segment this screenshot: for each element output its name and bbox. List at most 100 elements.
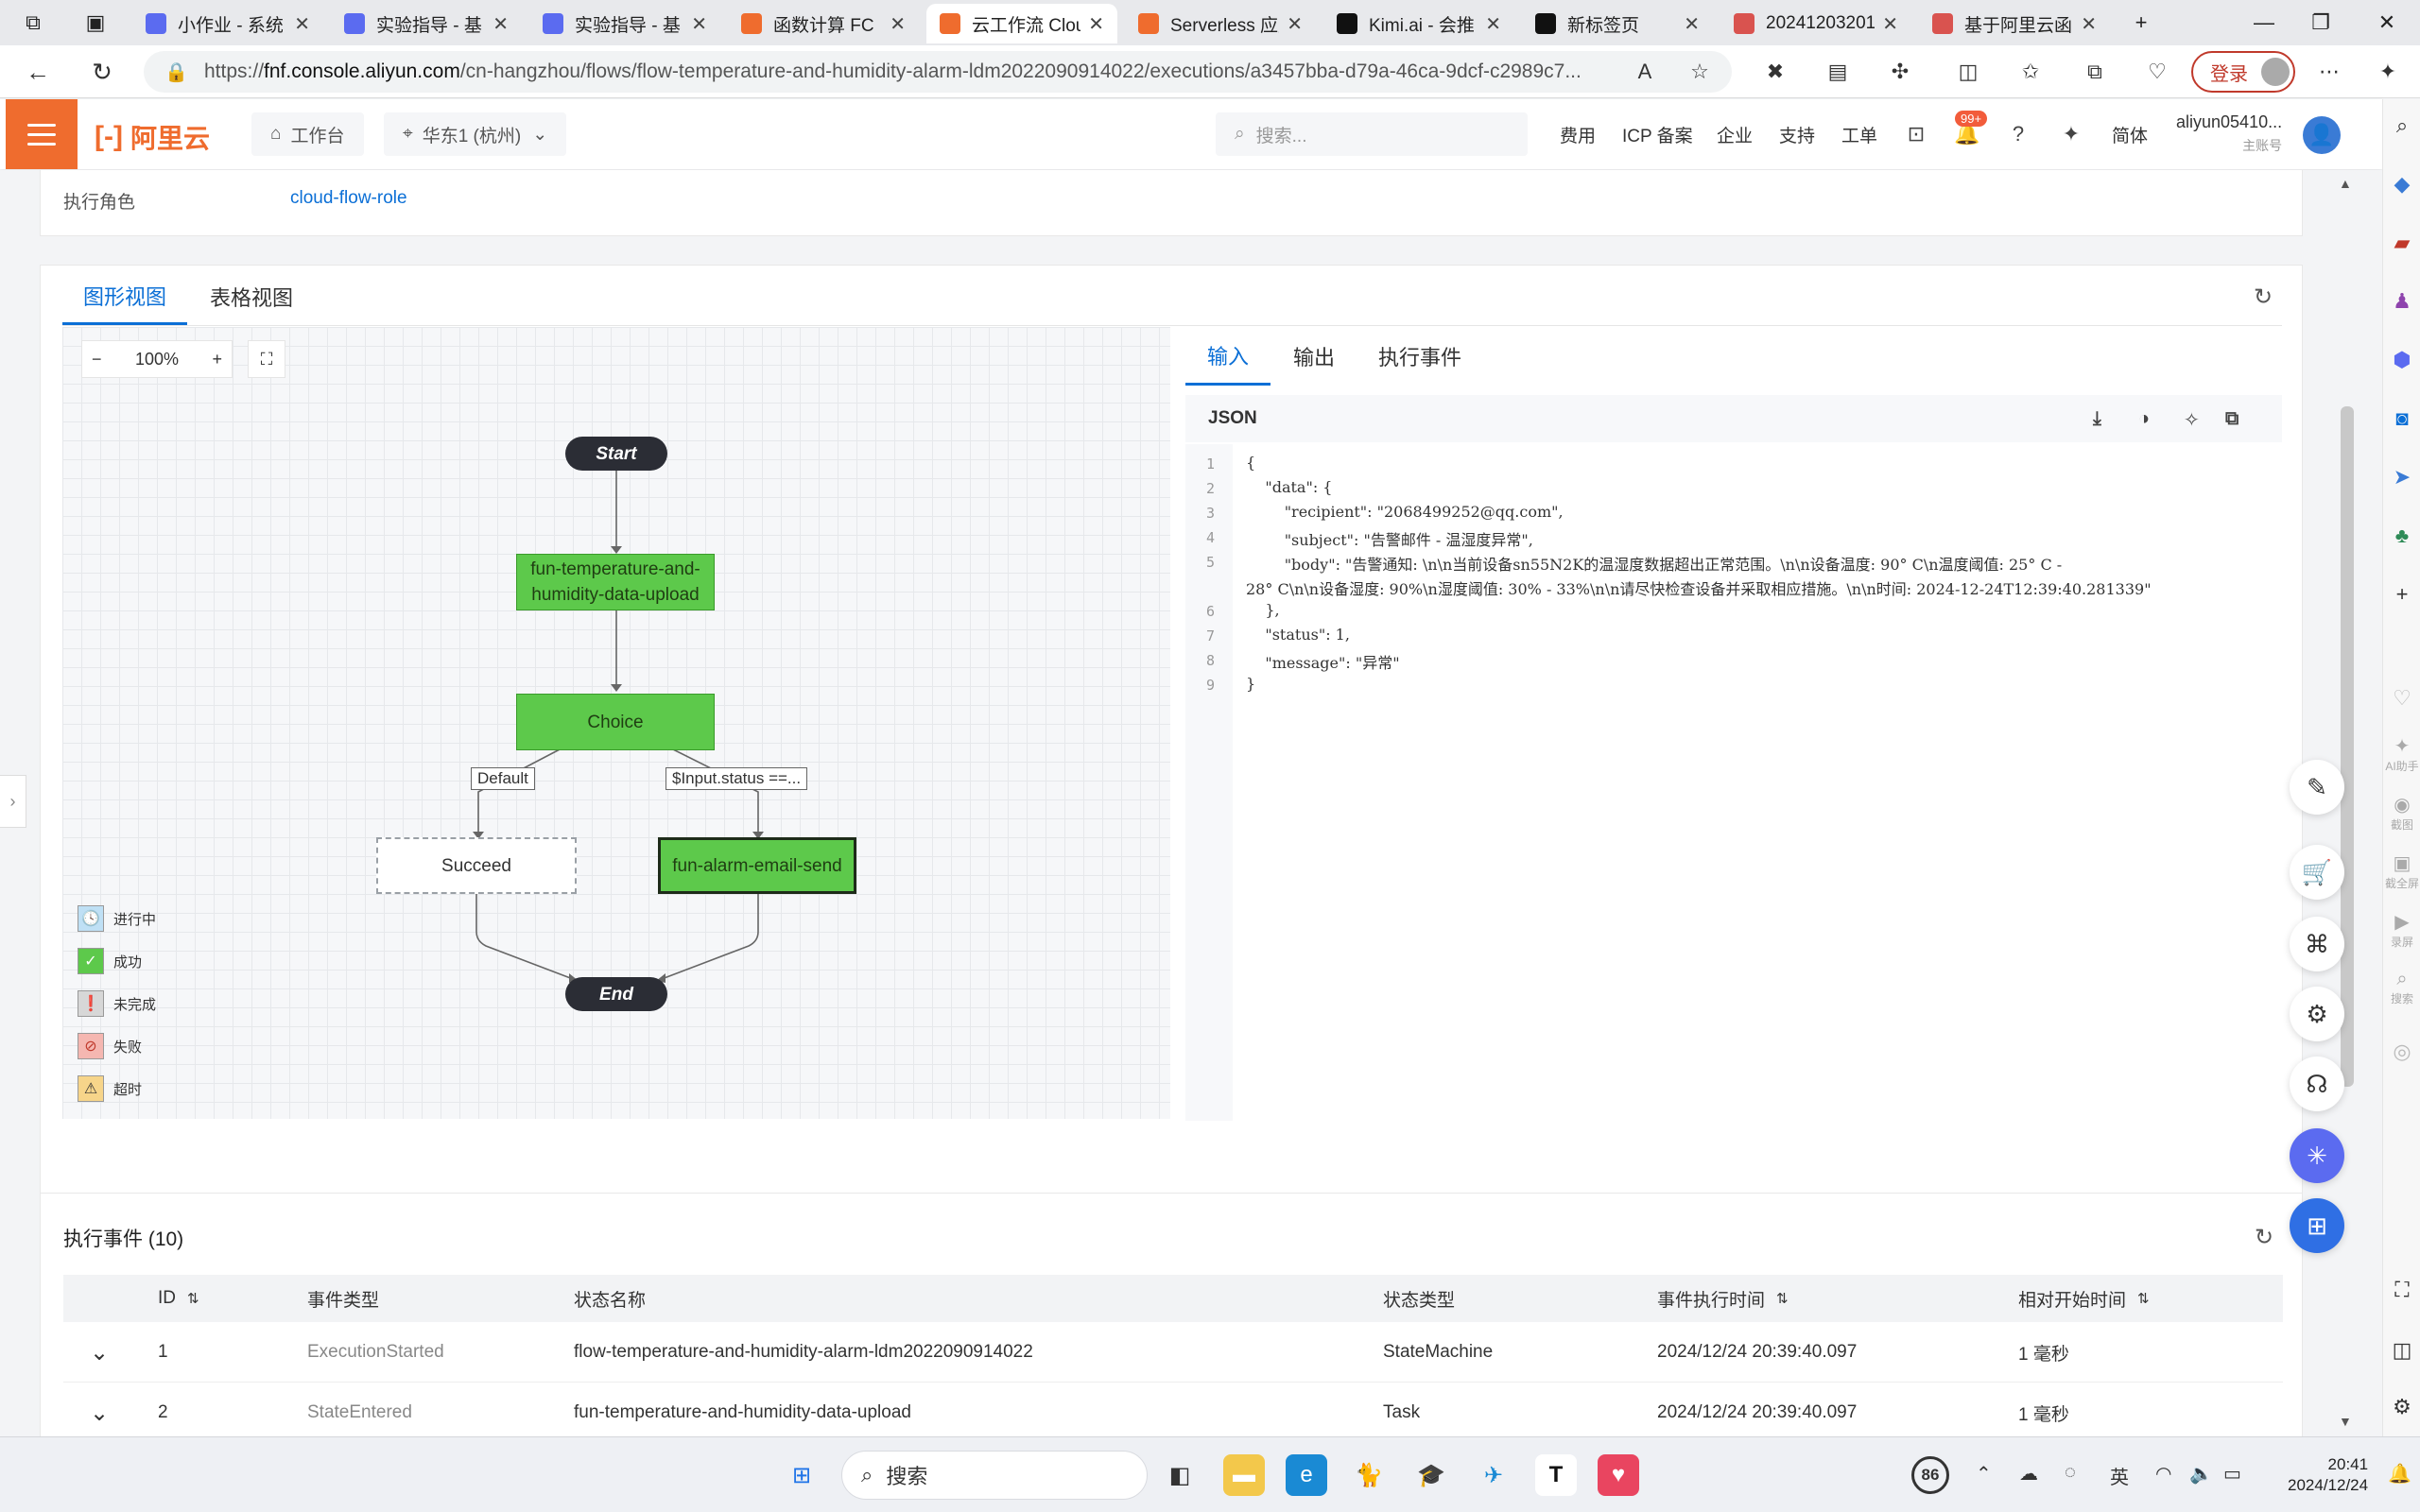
system-clock[interactable]: 20:41 2024/12/24: [2288, 1454, 2368, 1496]
role-link[interactable]: cloud-flow-role: [290, 188, 407, 209]
typora-icon[interactable]: T: [1535, 1454, 1577, 1496]
header-link-support[interactable]: 支持: [1779, 122, 1815, 147]
favorites-icon[interactable]: ✩: [2015, 57, 2046, 87]
volume-icon[interactable]: 🔈: [2189, 1462, 2213, 1486]
close-window-button[interactable]: ✕: [2354, 0, 2420, 45]
expand-left-panel-icon[interactable]: ›: [0, 775, 26, 828]
sort-icon[interactable]: ⇅: [1776, 1290, 1789, 1307]
browser-tab[interactable]: Kimi.ai - 会推 ✕: [1323, 4, 1514, 43]
heart-icon[interactable]: ♡: [2389, 685, 2415, 712]
api-doc-icon[interactable]: ⌘: [2290, 917, 2344, 971]
target-icon[interactable]: ◎: [2389, 1039, 2415, 1065]
tag-icon[interactable]: ◆: [2389, 171, 2415, 198]
tab-actions-icon[interactable]: ▣: [62, 0, 129, 45]
sidebar-toggle-icon[interactable]: ◫: [2389, 1337, 2415, 1364]
browser-tab[interactable]: 实验指导 - 基 ✕: [529, 4, 720, 43]
browser-tab[interactable]: 云工作流 Clou ✕: [926, 4, 1117, 43]
browser-tab[interactable]: 函数计算 FC ✕: [728, 4, 919, 43]
back-icon[interactable]: ←: [19, 53, 57, 91]
browser-tab[interactable]: Serverless 应用 ✕: [1125, 4, 1316, 43]
red-app-icon[interactable]: ♥: [1598, 1454, 1639, 1496]
tab-execution-events[interactable]: 执行事件: [1378, 327, 1461, 386]
favorite-star-icon[interactable]: ☆: [1685, 57, 1715, 87]
search-tool[interactable]: ⌕ 搜索: [2383, 969, 2420, 1006]
games-icon[interactable]: ♟: [2389, 288, 2415, 315]
refresh-icon[interactable]: ↻: [2254, 284, 2273, 311]
events-refresh-icon[interactable]: ↻: [2255, 1224, 2273, 1251]
read-aloud-icon[interactable]: A: [1630, 57, 1660, 87]
url-input[interactable]: 🔒 https://fnf.console.aliyun.com/cn-hang…: [144, 51, 1732, 93]
copy-icon[interactable]: ⧉: [2225, 408, 2238, 430]
cat-app-icon[interactable]: 🐈: [1348, 1454, 1390, 1496]
more-menu-icon[interactable]: ⋯: [2314, 57, 2344, 87]
terminal-icon[interactable]: ⊡: [1902, 120, 1930, 148]
send-icon[interactable]: ➤: [2389, 464, 2415, 490]
ai-helper[interactable]: ✦ AI助手: [2383, 734, 2420, 774]
cart-icon[interactable]: 🛒: [2290, 845, 2344, 900]
scroll-up-arrow[interactable]: ▲: [2339, 176, 2352, 191]
menu-hamburger-icon[interactable]: [6, 99, 78, 169]
new-tab-button[interactable]: +: [2108, 0, 2174, 45]
aliyun-logo[interactable]: [-] 阿里云: [95, 118, 210, 156]
graduation-app-icon[interactable]: 🎓: [1410, 1454, 1452, 1496]
tab-close-icon[interactable]: ✕: [493, 12, 509, 36]
workbench-button[interactable]: ⌂ 工作台: [251, 112, 364, 156]
task-view-icon[interactable]: ◧: [1159, 1454, 1201, 1496]
theme-toggle-icon[interactable]: ◑: [2138, 408, 2150, 430]
browser-tab[interactable]: 新标签页 ✕: [1522, 4, 1713, 43]
language-switch[interactable]: 简体: [2112, 122, 2148, 147]
flow-graph-canvas[interactable]: − 100% + ⛶ Start fun-temperature-and-hum…: [62, 327, 1170, 1119]
account-info[interactable]: aliyun05410... 主账号: [2176, 112, 2282, 155]
node-start[interactable]: Start: [565, 437, 667, 471]
browser-tab[interactable]: 实验指导 - 基 ✕: [331, 4, 522, 43]
ime-indicator[interactable]: 英: [2110, 1462, 2129, 1489]
tab-close-icon[interactable]: ✕: [691, 12, 707, 36]
ai-assistant-icon[interactable]: ✳: [2290, 1128, 2344, 1183]
notification-bell-icon[interactable]: 🔔: [2388, 1462, 2411, 1486]
node-succeed[interactable]: Succeed: [376, 837, 577, 894]
tab-close-icon[interactable]: ✕: [890, 12, 906, 36]
tab-close-icon[interactable]: ✕: [294, 12, 310, 36]
wechat-icon[interactable]: ◌: [2065, 1462, 2076, 1484]
cloud-sync-icon[interactable]: ☁: [2019, 1462, 2038, 1486]
record-tool[interactable]: ▶ 录屏: [2383, 910, 2420, 950]
customer-service-icon[interactable]: ☊: [2290, 1057, 2344, 1111]
region-selector[interactable]: ⌖ 华东1 (杭州) ⌄: [384, 112, 567, 156]
tab-close-icon[interactable]: ✕: [1882, 12, 1898, 36]
heartbeat-icon[interactable]: ♡: [2142, 57, 2172, 87]
tab-graph-view[interactable]: 图形视图: [62, 268, 187, 325]
header-link-ticket[interactable]: 工单: [1841, 122, 1877, 147]
row-expand-chevron-icon[interactable]: ⌄: [90, 1322, 109, 1383]
reload-icon[interactable]: ↻: [83, 53, 121, 91]
taskbar-search[interactable]: ⌕ 搜索: [841, 1451, 1148, 1500]
file-explorer-icon[interactable]: ▬: [1223, 1454, 1265, 1496]
wifi-icon[interactable]: ◠: [2155, 1462, 2171, 1486]
tree-icon[interactable]: ♣: [2389, 523, 2415, 549]
sort-icon[interactable]: ⇅: [2137, 1290, 2150, 1307]
edit-pen-icon[interactable]: ✎: [2290, 760, 2344, 815]
add-icon[interactable]: +: [2389, 581, 2415, 608]
tab-close-icon[interactable]: ✕: [1684, 12, 1700, 36]
collections-icon[interactable]: ▤: [1823, 57, 1853, 87]
download-icon[interactable]: ⤓: [2093, 408, 2101, 430]
tab-close-icon[interactable]: ✕: [1088, 12, 1104, 36]
tab-output[interactable]: 输出: [1293, 327, 1335, 386]
fullscreen-capture-tool[interactable]: ▣ 截全屏: [2383, 851, 2420, 891]
browser-tab[interactable]: 基于阿里云函 ✕: [1919, 4, 2110, 43]
restore-button[interactable]: ❐: [2288, 0, 2354, 45]
weather-badge[interactable]: 86: [1911, 1456, 1949, 1494]
search-sidebar-icon[interactable]: ⌕: [2389, 112, 2415, 139]
node-alarm-email-send[interactable]: fun-alarm-email-send: [658, 837, 856, 894]
table-row[interactable]: ⌄ 1 ExecutionStarted flow-temperature-and-h…: [63, 1322, 2283, 1383]
header-link-icp[interactable]: ICP 备案: [1622, 122, 1693, 147]
browser-tab[interactable]: 小作业 - 系统 ✕: [132, 4, 323, 43]
screen-capture-icon[interactable]: ⛶: [2389, 1277, 2415, 1303]
tab-close-icon[interactable]: ✕: [2081, 12, 2097, 36]
row-expand-chevron-icon[interactable]: ⌄: [90, 1383, 109, 1443]
node-choice[interactable]: Choice: [516, 694, 715, 750]
json-editor[interactable]: 1 2 3 4 5 6 7 8 9 { "data": { "recipient": "2068…: [1185, 444, 2193, 1121]
col-event-time[interactable]: 事件执行时间 ⇅: [1657, 1275, 1789, 1322]
tab-input[interactable]: 输入: [1185, 327, 1270, 386]
sort-icon[interactable]: ⇅: [187, 1290, 199, 1307]
header-link-enterprise[interactable]: 企业: [1717, 122, 1753, 147]
